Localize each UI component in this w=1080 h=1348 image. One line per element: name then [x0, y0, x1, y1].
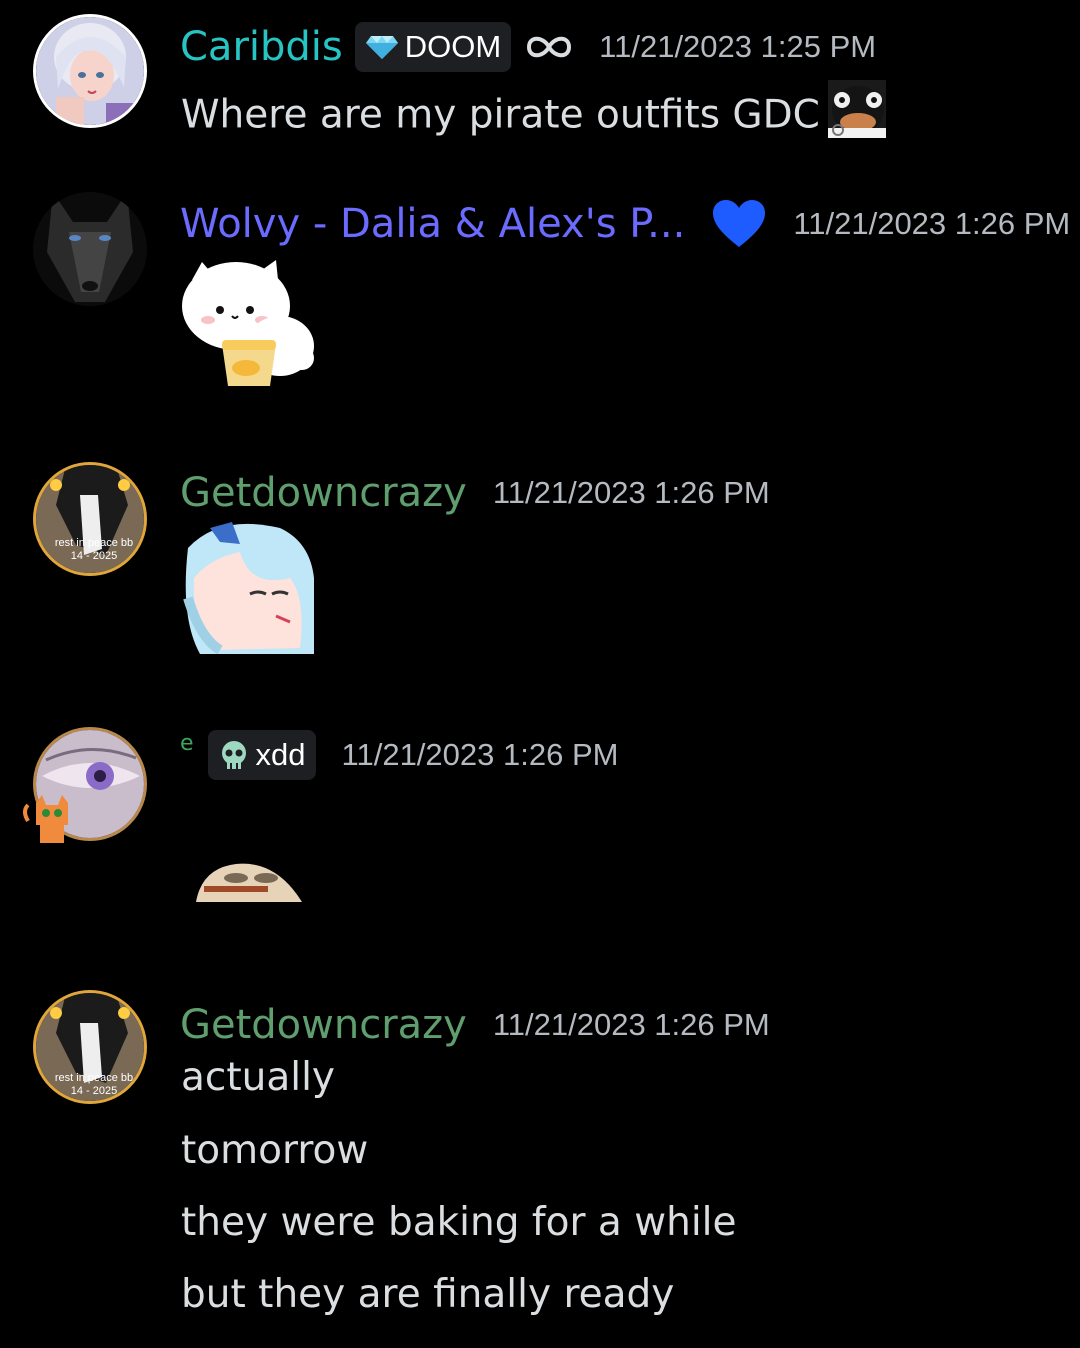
- blue-heart-icon: [713, 200, 766, 247]
- username[interactable]: Getdowncrazy: [180, 470, 467, 516]
- message-getdowncrazy-1: rest in peace bb 14 - 2025 Getdowncrazy …: [0, 450, 1080, 670]
- username[interactable]: e: [180, 731, 194, 756]
- message-line: tomorrow: [181, 1128, 369, 1173]
- avatar-wolvy[interactable]: [33, 192, 147, 306]
- diamond-icon: [365, 36, 398, 59]
- username[interactable]: Caribdis: [180, 24, 343, 70]
- message-getdowncrazy-2: rest in peace bb 14 - 2025 Getdowncrazy …: [0, 985, 1080, 1348]
- infinity-icon: [527, 36, 572, 58]
- message-header: Caribdis DOOM 11/21/2023 1:25 PM: [180, 17, 876, 77]
- server-tag[interactable]: DOOM: [354, 22, 512, 72]
- avatar-caption: rest in peace bb 14 - 2025: [44, 537, 144, 563]
- avatar-caption-line: 14 - 2025: [70, 550, 118, 562]
- timestamp: 11/21/2023 1:26 PM: [492, 475, 770, 510]
- message-line: actually: [181, 1055, 336, 1100]
- message-text: Where are my pirate outfits GDC: [181, 80, 886, 138]
- avatar-caption: rest in peace bb 14 - 2025: [44, 1072, 144, 1098]
- timestamp: 11/21/2023 1:26 PM: [341, 737, 619, 772]
- message-wolvy: Wolvy - Dalia & Alex's P... 11/21/2023 1…: [0, 180, 1080, 410]
- timestamp: 11/21/2023 1:26 PM: [492, 1007, 770, 1042]
- cat-avatar-decoration-icon: [22, 795, 82, 849]
- username[interactable]: Wolvy - Dalia & Alex's P...: [180, 201, 685, 247]
- message-header: Wolvy - Dalia & Alex's P... 11/21/2023 1…: [180, 194, 1070, 254]
- username[interactable]: Getdowncrazy: [180, 1002, 467, 1048]
- avatar-caption-line: rest in peace bb: [54, 537, 134, 549]
- message-line: they were baking for a while: [181, 1200, 737, 1245]
- avatar-caribdis[interactable]: [33, 14, 147, 128]
- skull-icon: [221, 741, 246, 769]
- timestamp: 11/21/2023 1:25 PM: [599, 29, 877, 64]
- server-tag-label: DOOM: [404, 29, 502, 64]
- wolf-avatar-icon: [33, 192, 147, 306]
- anime-girl-sticker[interactable]: [180, 518, 316, 658]
- avatar-caption-line: rest in peace bb: [54, 1072, 134, 1084]
- anime-girl-avatar-icon: [36, 17, 144, 125]
- pingu-emoji-icon[interactable]: [827, 80, 886, 154]
- message-e: e xdd 11/21/2023 1:26 PM: [0, 715, 1080, 925]
- server-tag-label: xdd: [255, 737, 306, 772]
- timestamp: 11/21/2023 1:26 PM: [793, 206, 1071, 241]
- server-tag[interactable]: xdd: [207, 730, 316, 780]
- message-header: e xdd 11/21/2023 1:26 PM: [180, 725, 618, 785]
- peeking-emote-sticker[interactable]: [196, 860, 304, 906]
- avatar-caption-line: 14 - 2025: [70, 1085, 118, 1097]
- cat-eating-chips-sticker[interactable]: [180, 258, 316, 392]
- message-header: Getdowncrazy 11/21/2023 1:26 PM: [180, 995, 770, 1055]
- message-header: Getdowncrazy 11/21/2023 1:26 PM: [180, 463, 770, 523]
- message-line: Where are my pirate outfits GDC: [181, 92, 820, 138]
- message-line: but they are finally ready: [181, 1272, 675, 1317]
- message-caribdis: Caribdis DOOM 11/21/2023 1:25 PM Where a…: [0, 0, 1080, 150]
